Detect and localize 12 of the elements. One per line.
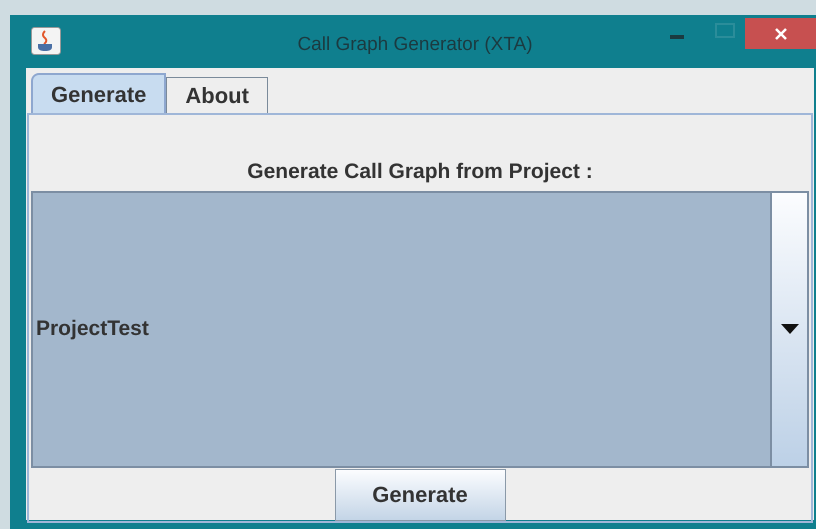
close-icon	[774, 26, 788, 40]
coffee-cup-icon	[31, 27, 61, 55]
project-dropdown[interactable]: ProjectTest	[31, 190, 809, 468]
caret-icon	[780, 324, 798, 334]
window-title: Call Graph Generator (XTA)	[296, 33, 534, 57]
dropdown-value: ProjectTest	[35, 316, 150, 342]
close-button[interactable]	[745, 18, 816, 49]
generate-button[interactable]: Generate	[334, 468, 506, 520]
tab[interactable]: About	[166, 77, 268, 113]
tab[interactable]: Generate	[31, 73, 166, 113]
prompt-label: Generate Call Graph from Project :	[247, 159, 593, 185]
dropdown-arrow-button[interactable]	[770, 192, 807, 466]
